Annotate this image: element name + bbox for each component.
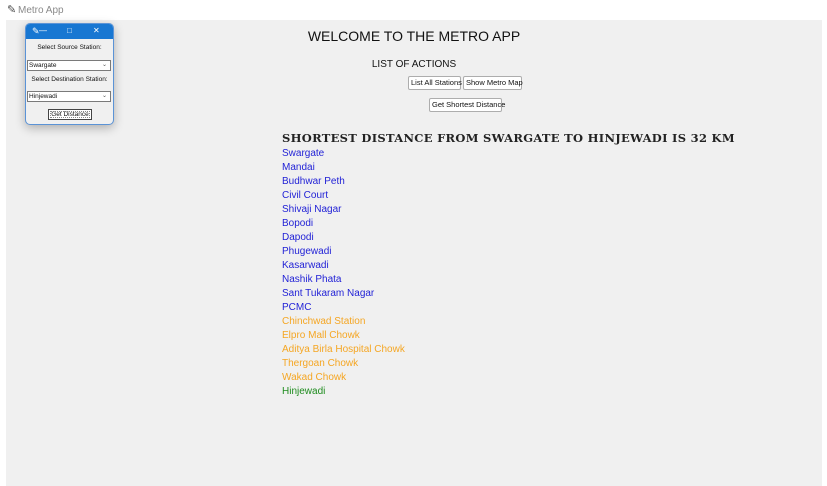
close-icon[interactable]: ✕: [93, 26, 100, 36]
station-item: Elpro Mall Chowk: [282, 330, 360, 341]
chevron-down-icon: ⌄: [101, 62, 107, 68]
chevron-down-icon: ⌄: [101, 93, 107, 99]
station-item: Sant Tukaram Nagar: [282, 288, 375, 299]
app-title: Metro App: [18, 5, 64, 16]
station-item: Thergoan Chowk: [282, 358, 359, 369]
station-item: Aditya Birla Hospital Chowk: [282, 344, 405, 355]
station-item: Hinjewadi: [282, 386, 326, 397]
station-item: Mandai: [282, 162, 315, 173]
station-item: Shivaji Nagar: [282, 204, 342, 215]
station-item: Nashik Phata: [282, 274, 342, 285]
station-item: Wakad Chowk: [282, 372, 347, 383]
actions-heading: LIST OF ACTIONS: [371, 59, 457, 70]
main-area: WELCOME TO THE METRO APP LIST OF ACTIONS…: [6, 20, 822, 486]
show-metro-map-button[interactable]: Show Metro Map: [463, 76, 523, 90]
list-all-stations-button[interactable]: List All Stations: [408, 76, 462, 90]
station-list: Swargate Mandai Budhwar Peth Civil Court Shi…: [282, 147, 405, 399]
maximize-icon[interactable]: □: [67, 26, 72, 36]
station-item: PCMC: [282, 302, 312, 313]
get-distance-button[interactable]: Get Distance: [48, 109, 92, 120]
feather-icon: ✎: [7, 4, 17, 16]
station-item: Chinchwad Station: [282, 316, 366, 327]
station-item: Budhwar Peth: [282, 176, 345, 187]
minimize-icon[interactable]: —: [39, 26, 47, 36]
station-item: Swargate: [282, 148, 325, 159]
source-station-select[interactable]: Swargate ⌄: [27, 60, 111, 71]
welcome-heading: WELCOME TO THE METRO APP: [307, 28, 521, 44]
destination-station-label: Select Destination Station:: [31, 76, 108, 83]
station-item: Bopodi: [282, 218, 314, 229]
shortest-distance-result: SHORTEST DISTANCE FROM SWARGATE TO HINJE…: [282, 131, 735, 145]
get-shortest-distance-button[interactable]: Get Shortest Distance: [429, 98, 505, 112]
destination-station-select[interactable]: Hinjewadi ⌄: [27, 91, 111, 102]
dialog-titlebar: ✎ — □ ✕: [26, 24, 113, 39]
station-item: Kasarwadi: [282, 260, 329, 271]
app-titlebar: ✎ Metro App: [0, 0, 827, 20]
source-station-label: Select Source Station:: [37, 44, 102, 51]
station-item: Dapodi: [282, 232, 314, 243]
station-item: Phugewadi: [282, 246, 332, 257]
destination-station-value: Hinjewadi: [29, 93, 58, 100]
station-item: Civil Court: [282, 190, 329, 201]
source-station-value: Swargate: [29, 62, 57, 69]
select-stations-dialog: ✎ — □ ✕ Select Source Station: Swargate …: [25, 23, 114, 125]
